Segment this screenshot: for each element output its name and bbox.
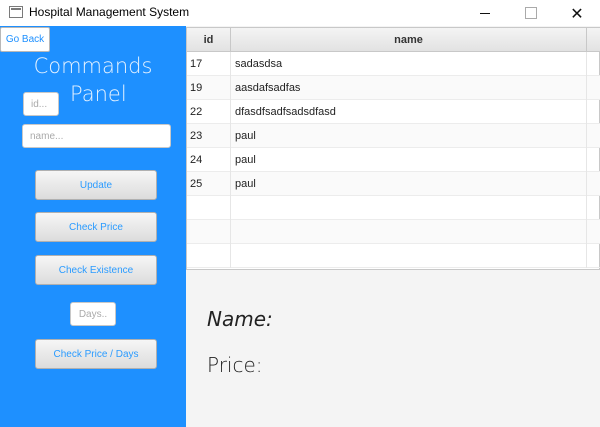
title-bar: Hospital Management System ✕ bbox=[0, 0, 600, 26]
name-input[interactable]: name... bbox=[22, 124, 171, 148]
app-window: Hospital Management System ✕ Go Back Com… bbox=[0, 0, 600, 427]
panel-title-line2: Panel bbox=[70, 82, 127, 106]
cell-id bbox=[187, 244, 231, 268]
table-row[interactable] bbox=[187, 244, 600, 268]
table-row[interactable]: 25 paul bbox=[187, 172, 600, 196]
cell-id: 23 bbox=[187, 124, 231, 148]
check-price-button[interactable]: Check Price bbox=[35, 212, 157, 242]
cell-name bbox=[231, 196, 587, 220]
name-label: Name: bbox=[207, 307, 273, 331]
column-header-id[interactable]: id bbox=[187, 28, 231, 52]
go-back-button[interactable]: Go Back bbox=[0, 27, 50, 52]
maximize-icon[interactable] bbox=[508, 0, 554, 26]
id-input[interactable]: id... bbox=[23, 92, 59, 116]
table-row[interactable]: 19 aasdafsadfas bbox=[187, 76, 600, 100]
table-header: id name bbox=[187, 28, 600, 52]
column-header-name[interactable]: name bbox=[231, 28, 587, 52]
records-table[interactable]: id name 17 sadasdsa 19 aasdafsadfas 22 d… bbox=[186, 27, 600, 270]
cell-id bbox=[187, 196, 231, 220]
table-body: 17 sadasdsa 19 aasdafsadfas 22 dfasdfsad… bbox=[187, 52, 600, 268]
cell-name: sadasdsa bbox=[231, 52, 587, 76]
table-row[interactable]: 17 sadasdsa bbox=[187, 52, 600, 76]
minimize-icon[interactable] bbox=[462, 0, 508, 26]
cell-name: paul bbox=[231, 124, 587, 148]
cell-id: 17 bbox=[187, 52, 231, 76]
close-icon[interactable]: ✕ bbox=[554, 0, 600, 26]
cell-id: 25 bbox=[187, 172, 231, 196]
cell-name: dfasdfsadfsadsdfasd bbox=[231, 100, 587, 124]
cell-id: 22 bbox=[187, 100, 231, 124]
app-icon bbox=[9, 6, 23, 18]
cell-id: 19 bbox=[187, 76, 231, 100]
window-title: Hospital Management System bbox=[29, 5, 190, 19]
cell-name: aasdafsadfas bbox=[231, 76, 587, 100]
table-row[interactable] bbox=[187, 196, 600, 220]
panel-title-line1: Commands bbox=[33, 54, 153, 78]
cell-name: paul bbox=[231, 172, 587, 196]
price-label: Price: bbox=[207, 353, 263, 377]
table-row[interactable]: 22 dfasdfsadfsadsdfasd bbox=[187, 100, 600, 124]
update-button[interactable]: Update bbox=[35, 170, 157, 200]
table-row[interactable]: 23 paul bbox=[187, 124, 600, 148]
table-row[interactable]: 24 paul bbox=[187, 148, 600, 172]
cell-id bbox=[187, 220, 231, 244]
cell-name: paul bbox=[231, 148, 587, 172]
check-price-days-button[interactable]: Check Price / Days bbox=[35, 339, 157, 369]
cell-id: 24 bbox=[187, 148, 231, 172]
check-existence-button[interactable]: Check Existence bbox=[35, 255, 157, 285]
cell-name bbox=[231, 244, 587, 268]
cell-name bbox=[231, 220, 587, 244]
days-input[interactable]: Days.. bbox=[70, 302, 116, 326]
table-row[interactable] bbox=[187, 220, 600, 244]
panel-title: Commands Panel bbox=[30, 52, 156, 106]
